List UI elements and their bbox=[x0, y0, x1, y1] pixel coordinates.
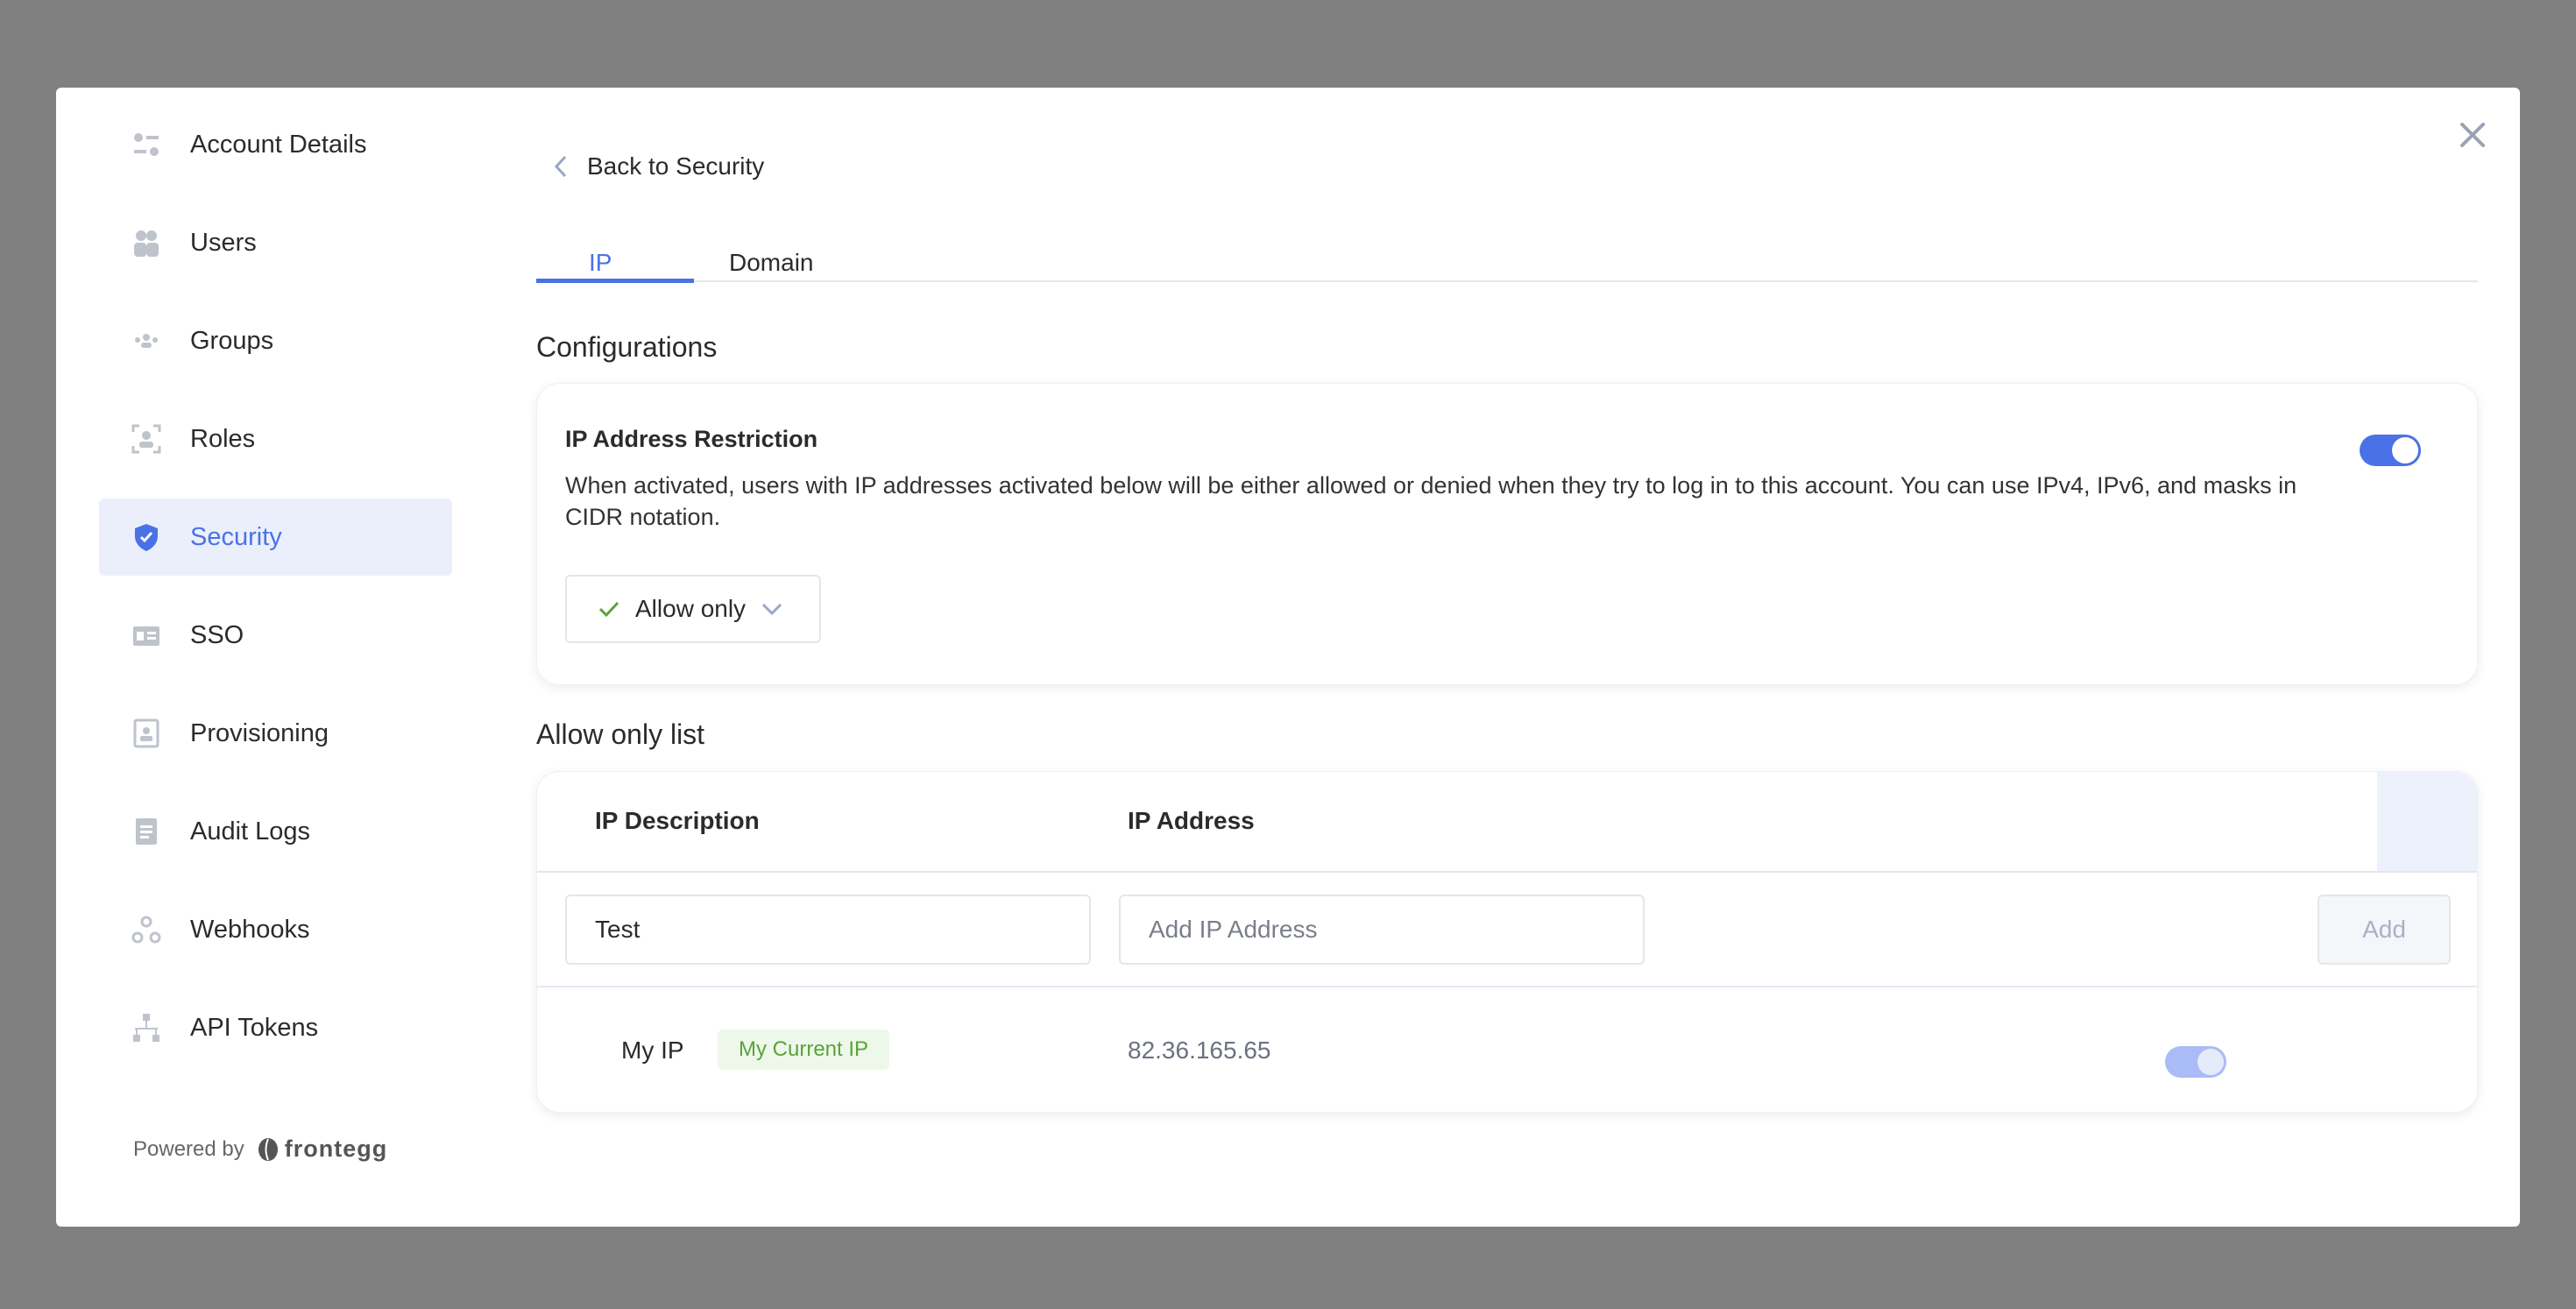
tabs-divider bbox=[536, 280, 2478, 282]
row-enabled-toggle[interactable] bbox=[2165, 1046, 2226, 1078]
powered-by-label: Powered by bbox=[133, 1136, 244, 1161]
powered-by: Powered by frontegg bbox=[133, 1136, 387, 1163]
header-action-column bbox=[2377, 772, 2477, 871]
document-icon bbox=[131, 816, 162, 847]
mode-dropdown[interactable]: Allow only bbox=[565, 575, 821, 643]
header-divider bbox=[537, 871, 2477, 873]
provisioning-icon bbox=[131, 718, 162, 749]
sso-icon bbox=[131, 619, 162, 651]
configurations-title: Configurations bbox=[536, 331, 718, 363]
api-tokens-icon bbox=[131, 1012, 162, 1044]
column-header-ip: IP Address bbox=[1128, 807, 1255, 834]
row-description: My IP bbox=[621, 1037, 684, 1064]
ip-description-input[interactable]: Test bbox=[565, 895, 1091, 965]
webhooks-icon bbox=[131, 914, 162, 945]
sidebar-item-webhooks[interactable]: Webhooks bbox=[99, 891, 452, 968]
sidebar-item-account-details[interactable]: Account Details bbox=[99, 106, 452, 183]
row-divider bbox=[537, 986, 2477, 987]
chevron-down-icon bbox=[762, 603, 782, 615]
row-ip: 82.36.165.65 bbox=[1128, 1037, 1271, 1064]
tabs: IP Domain bbox=[536, 237, 2478, 282]
sidebar-item-audit-logs[interactable]: Audit Logs bbox=[99, 793, 452, 870]
groups-icon bbox=[131, 325, 162, 357]
frontegg-logo: frontegg bbox=[257, 1136, 387, 1163]
allow-list-table: IP Description IP Address Test Add IP Ad… bbox=[536, 771, 2478, 1113]
column-header-description: IP Description bbox=[595, 807, 760, 834]
sidebar-item-groups[interactable]: Groups bbox=[99, 302, 452, 379]
card-title: IP Address Restriction bbox=[565, 426, 818, 452]
sidebar-item-label: Account Details bbox=[190, 130, 367, 159]
sidebar-item-roles[interactable]: Roles bbox=[99, 400, 452, 478]
close-icon[interactable] bbox=[2459, 121, 2487, 149]
check-icon bbox=[598, 601, 619, 618]
sidebar-item-provisioning[interactable]: Provisioning bbox=[99, 695, 452, 772]
sidebar-item-label: Security bbox=[190, 522, 282, 551]
tab-domain[interactable]: Domain bbox=[729, 249, 813, 277]
tab-ip[interactable]: IP bbox=[589, 249, 612, 277]
sidebar-item-label: Audit Logs bbox=[190, 817, 311, 846]
sliders-icon bbox=[131, 129, 162, 160]
add-button[interactable]: Add bbox=[2318, 895, 2451, 965]
sidebar-item-label: Provisioning bbox=[190, 718, 329, 747]
current-ip-badge: My Current IP bbox=[718, 1030, 890, 1070]
sidebar-item-security[interactable]: Security bbox=[99, 499, 452, 576]
back-to-security-link[interactable]: Back to Security bbox=[554, 152, 764, 180]
sidebar-item-label: Groups bbox=[190, 326, 274, 355]
sidebar-item-sso[interactable]: SSO bbox=[99, 597, 452, 674]
chevron-left-icon bbox=[554, 155, 567, 178]
allow-list-title: Allow only list bbox=[536, 718, 705, 750]
sidebar-item-api-tokens[interactable]: API Tokens bbox=[99, 989, 452, 1066]
sidebar-item-users[interactable]: Users bbox=[99, 204, 452, 281]
sidebar-item-label: Roles bbox=[190, 424, 256, 453]
ip-restriction-toggle[interactable] bbox=[2360, 435, 2421, 466]
shield-icon bbox=[131, 521, 162, 553]
ip-restriction-card: IP Address Restriction When activated, u… bbox=[536, 383, 2478, 685]
sidebar-item-label: SSO bbox=[190, 620, 244, 649]
sidebar-item-label: Users bbox=[190, 228, 257, 257]
card-description: When activated, users with IP addresses … bbox=[565, 472, 2297, 530]
users-icon bbox=[131, 227, 162, 258]
active-tab-indicator bbox=[536, 279, 694, 283]
ip-address-input[interactable]: Add IP Address bbox=[1119, 895, 1645, 965]
roles-icon bbox=[131, 423, 162, 455]
settings-modal: Account Details Users Groups Roles Security S… bbox=[56, 88, 2520, 1227]
sidebar-item-label: API Tokens bbox=[190, 1013, 319, 1042]
sidebar-item-label: Webhooks bbox=[190, 915, 310, 944]
